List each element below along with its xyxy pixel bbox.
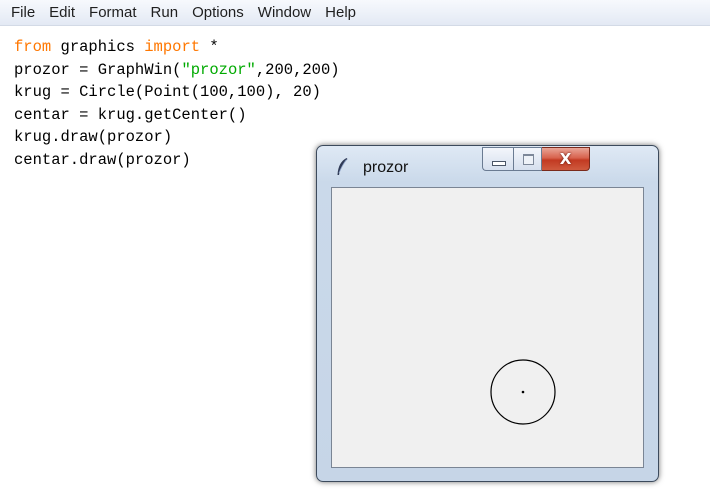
- window-title: prozor: [363, 159, 409, 176]
- maximize-icon: [523, 154, 534, 165]
- menu-file[interactable]: File: [4, 1, 42, 25]
- window-titlebar[interactable]: prozor X: [317, 146, 658, 186]
- close-icon: X: [559, 150, 572, 168]
- code-token-plain: *: [200, 38, 219, 56]
- code-token-plain: ,200,200): [255, 60, 340, 79]
- code-token-plain: krug = Circle(Point(100,100), 20): [14, 83, 321, 101]
- code-token-plain: krug.draw(prozor): [14, 128, 173, 146]
- minimize-button[interactable]: [482, 147, 513, 171]
- menu-help[interactable]: Help: [318, 1, 363, 25]
- maximize-button[interactable]: [513, 147, 542, 171]
- menu-edit[interactable]: Edit: [42, 1, 82, 25]
- code-line: prozor = GraphWin("prozor",200,200): [14, 59, 694, 82]
- code-token-keyword: from: [14, 38, 52, 56]
- code-token-keyword: import: [144, 38, 201, 56]
- menu-options[interactable]: Options: [185, 1, 251, 25]
- tk-feather-icon: [337, 158, 348, 175]
- code-line: krug = Circle(Point(100,100), 20): [14, 81, 694, 104]
- code-line: from graphics import *: [14, 36, 694, 59]
- canvas-drawing: [490, 359, 556, 425]
- code-line: centar = krug.getCenter(): [14, 104, 694, 127]
- graphics-window[interactable]: prozor X: [316, 145, 659, 482]
- close-button[interactable]: X: [542, 147, 590, 171]
- center-point: [521, 390, 525, 394]
- code-token-plain: centar.draw(prozor): [14, 150, 191, 169]
- code-token-plain: graphics: [51, 38, 145, 56]
- code-token-string: "prozor": [181, 60, 256, 79]
- code-token-plain: prozor = GraphWin(: [14, 60, 182, 79]
- menu-bar: File Edit Format Run Options Window Help: [0, 0, 710, 26]
- menu-format[interactable]: Format: [82, 1, 144, 25]
- code-token-plain: centar = krug.getCenter(): [14, 105, 247, 124]
- menu-run[interactable]: Run: [144, 1, 186, 25]
- menu-window[interactable]: Window: [251, 1, 318, 25]
- minimize-icon: [492, 161, 506, 166]
- caption-buttons: X: [482, 147, 590, 171]
- graphwin-canvas[interactable]: [331, 187, 644, 468]
